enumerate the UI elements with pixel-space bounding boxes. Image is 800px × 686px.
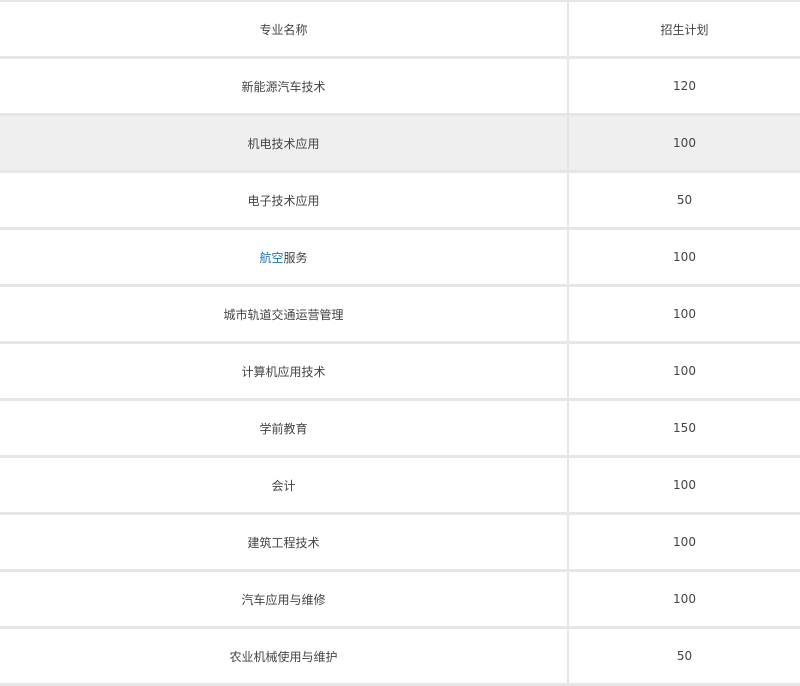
plan-count-cell: 100 [568,513,800,572]
major-name-cell: 电子技术应用 [0,171,569,230]
plan-count-cell: 100 [568,285,800,344]
plan-count-cell: 100 [568,570,800,629]
table-row: 建筑工程技术 100 [0,513,800,572]
major-name-cell: 机电技术应用 [0,114,569,173]
table-row: 学前教育 150 [0,399,800,458]
plan-count-cell: 100 [568,114,800,173]
plan-count-cell: 100 [568,342,800,401]
table-row: 电子技术应用 50 [0,171,800,230]
plan-count-cell: 100 [568,228,800,287]
table-row: 新能源汽车技术 120 [0,57,800,116]
major-name-suffix: 服务 [283,250,308,265]
major-name-cell: 会计 [0,456,569,515]
plan-count-cell: 100 [568,456,800,515]
table-row: 会计 100 [0,456,800,515]
plan-count-cell: 150 [568,399,800,458]
plan-count-cell: 50 [568,627,800,686]
enrollment-plan-table: 专业名称 招生计划 新能源汽车技术 120 机电技术应用 100 电子技术应用 … [0,0,800,686]
plan-count-cell: 50 [568,171,800,230]
major-name-cell: 城市轨道交通运营管理 [0,285,569,344]
major-name-cell: 航空服务 [0,228,569,287]
major-name-cell: 学前教育 [0,399,569,458]
major-name-cell: 新能源汽车技术 [0,57,569,116]
major-name-cell: 计算机应用技术 [0,342,569,401]
major-name-cell: 农业机械使用与维护 [0,627,569,686]
table-row: 汽车应用与维修 100 [0,570,800,629]
header-major-name: 专业名称 [0,1,569,59]
header-enrollment-plan: 招生计划 [568,1,800,59]
table-row-hovered: 机电技术应用 100 [0,114,800,173]
plan-count-cell: 120 [568,57,800,116]
table-header-row: 专业名称 招生计划 [0,1,800,59]
table-row: 农业机械使用与维护 50 [0,627,800,686]
major-name-cell: 建筑工程技术 [0,513,569,572]
table-row: 航空服务 100 [0,228,800,287]
major-name-cell: 汽车应用与维修 [0,570,569,629]
aviation-link[interactable]: 航空 [259,251,283,265]
table-row: 城市轨道交通运营管理 100 [0,285,800,344]
table-row: 计算机应用技术 100 [0,342,800,401]
